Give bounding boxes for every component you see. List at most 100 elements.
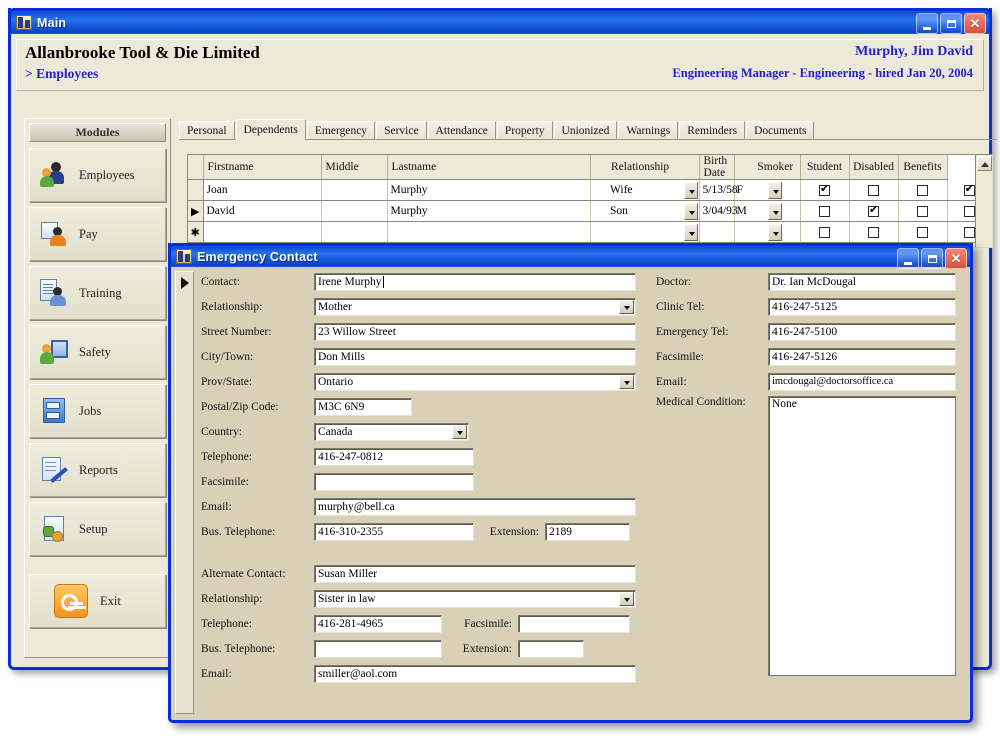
prov-state-combobox[interactable]: Ontario — [314, 373, 636, 391]
grid-scrollbar[interactable] — [975, 155, 992, 247]
cell-disabled[interactable] — [898, 222, 947, 243]
cell-lastname[interactable]: Murphy — [387, 180, 590, 201]
benefits-checkbox[interactable] — [964, 206, 975, 217]
relationship-dropdown-arrow[interactable] — [684, 203, 698, 220]
sidebar-item-pay[interactable]: Pay — [29, 207, 166, 261]
sidebar-item-setup[interactable]: Setup — [29, 502, 166, 556]
cell-birthdate[interactable]: 3/04/93 — [699, 201, 734, 222]
scroll-up-arrow-icon[interactable] — [977, 156, 992, 171]
col-student[interactable]: Student — [800, 155, 849, 180]
benefits-checkbox[interactable] — [964, 227, 975, 238]
cell-middle[interactable] — [321, 222, 387, 243]
table-row-new[interactable]: ✱ — [188, 222, 992, 243]
cell-student[interactable] — [849, 201, 898, 222]
facsimile-input[interactable] — [314, 473, 474, 491]
cell-smoker[interactable] — [800, 222, 849, 243]
cell-firstname[interactable] — [203, 222, 321, 243]
cell-middle[interactable] — [321, 201, 387, 222]
disabled-checkbox[interactable] — [917, 227, 928, 238]
sidebar-item-safety[interactable]: Safety — [29, 325, 166, 379]
alternate-email-input[interactable]: smiller@aol.com — [314, 665, 636, 683]
student-checkbox[interactable] — [868, 206, 879, 217]
cell-relationship[interactable]: Wife — [607, 180, 699, 201]
extension-input[interactable]: 2189 — [545, 523, 630, 541]
cell-firstname[interactable]: David — [203, 201, 321, 222]
table-row[interactable]: Joan Murphy Wife 5/13/58 F — [188, 180, 992, 201]
dialog-minimize-button[interactable] — [897, 248, 919, 269]
medical-condition-textarea[interactable]: None — [768, 396, 956, 676]
col-middle[interactable]: Middle — [321, 155, 387, 180]
alternate-relationship-combobox[interactable]: Sister in law — [314, 590, 636, 608]
tab-unionized[interactable]: Unionized — [554, 121, 618, 139]
sidebar-item-reports[interactable]: Reports — [29, 443, 166, 497]
relationship-dropdown-arrow[interactable] — [684, 182, 698, 199]
chevron-down-icon[interactable] — [619, 300, 634, 314]
relationship-dropdown-arrow[interactable] — [684, 224, 698, 241]
chevron-down-icon[interactable] — [619, 592, 634, 606]
clinic-tel-input[interactable]: 416-247-5125 — [768, 298, 956, 316]
medical-email-input[interactable]: imcdougal@doctorsoffice.ca — [768, 373, 956, 391]
breadcrumb[interactable]: > Employees — [25, 66, 98, 82]
cell-sex[interactable]: F — [734, 180, 751, 201]
row-selector-new[interactable]: ✱ — [188, 222, 203, 243]
tab-reminders[interactable]: Reminders — [679, 121, 745, 139]
bus-telephone-input[interactable]: 416-310-2355 — [314, 523, 474, 541]
tab-property[interactable]: Property — [497, 121, 553, 139]
maximize-button[interactable] — [940, 13, 962, 34]
tab-attendance[interactable]: Attendance — [428, 121, 496, 139]
cell-smoker[interactable] — [800, 201, 849, 222]
cell-birthdate[interactable] — [699, 222, 734, 243]
cell-middle[interactable] — [321, 180, 387, 201]
medical-facsimile-input[interactable]: 416-247-5126 — [768, 348, 956, 366]
emergency-tel-input[interactable]: 416-247-5100 — [768, 323, 956, 341]
smoker-checkbox[interactable] — [819, 227, 830, 238]
close-button[interactable]: ✕ — [964, 13, 986, 34]
sex-dropdown-arrow[interactable] — [768, 182, 782, 199]
disabled-checkbox[interactable] — [917, 185, 928, 196]
alternate-extension-input[interactable] — [518, 640, 584, 658]
col-firstname[interactable]: Firstname — [203, 155, 321, 180]
dependents-grid[interactable]: Firstname Middle Lastname Relationship B… — [187, 154, 993, 248]
col-lastname[interactable]: Lastname — [387, 155, 590, 180]
alternate-contact-input[interactable]: Susan Miller — [314, 565, 636, 583]
col-birthdate[interactable]: Birth Date — [699, 155, 734, 180]
cell-sex[interactable]: M — [734, 201, 751, 222]
cell-sex-dropdown[interactable] — [751, 201, 800, 222]
cell-sex[interactable] — [734, 222, 751, 243]
record-selector[interactable] — [175, 271, 194, 714]
tab-warnings[interactable]: Warnings — [618, 121, 678, 139]
cell-student[interactable] — [849, 222, 898, 243]
cell-firstname[interactable]: Joan — [203, 180, 321, 201]
exit-button[interactable]: Exit — [29, 574, 166, 628]
sex-dropdown-arrow[interactable] — [768, 203, 782, 220]
tab-dependents[interactable]: Dependents — [236, 119, 306, 140]
city-town-input[interactable]: Don Mills — [314, 348, 636, 366]
sidebar-item-employees[interactable]: Employees — [29, 148, 166, 202]
cell-relationship[interactable]: Son — [607, 201, 699, 222]
student-checkbox[interactable] — [868, 227, 879, 238]
tab-emergency[interactable]: Emergency — [307, 121, 375, 139]
col-disabled[interactable]: Disabled — [849, 155, 898, 180]
smoker-checkbox[interactable] — [819, 185, 830, 196]
cell-disabled[interactable] — [898, 180, 947, 201]
sidebar-item-training[interactable]: Training — [29, 266, 166, 320]
dialog-titlebar[interactable]: Emergency Contact ✕ — [168, 243, 973, 267]
alternate-telephone-input[interactable]: 416-281-4965 — [314, 615, 442, 633]
cell-relationship[interactable] — [607, 222, 699, 243]
street-number-input[interactable]: 23 Willow Street — [314, 323, 636, 341]
row-selector[interactable] — [188, 180, 203, 201]
doctor-input[interactable]: Dr. Ian McDougal — [768, 273, 956, 291]
cell-birthdate[interactable]: 5/13/58 — [699, 180, 734, 201]
dialog-maximize-button[interactable] — [921, 248, 943, 269]
tab-service[interactable]: Service — [376, 121, 426, 139]
main-window-titlebar[interactable]: Main ✕ — [8, 8, 992, 34]
row-selector[interactable]: ▶ — [188, 201, 203, 222]
contact-input[interactable]: Irene Murphy — [314, 273, 636, 291]
col-relationship[interactable]: Relationship — [607, 155, 699, 180]
email-input[interactable]: murphy@bell.ca — [314, 498, 636, 516]
cell-student[interactable] — [849, 180, 898, 201]
cell-smoker[interactable] — [800, 180, 849, 201]
col-smoker[interactable]: Smoker — [751, 155, 800, 180]
col-benefits[interactable]: Benefits — [898, 155, 947, 180]
cell-disabled[interactable] — [898, 201, 947, 222]
